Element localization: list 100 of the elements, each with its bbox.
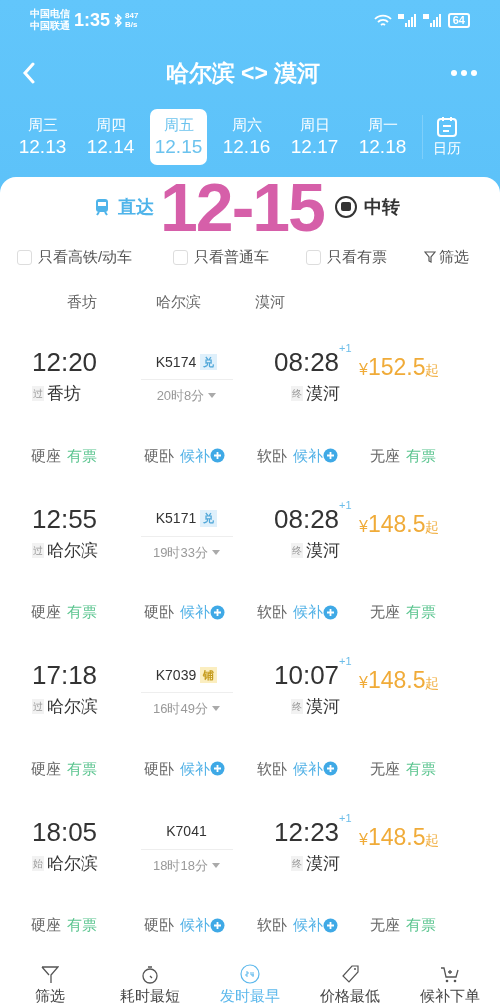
plus-icon — [323, 448, 338, 464]
waitlist-button[interactable]: 候补 — [293, 601, 338, 624]
arrival-time: 12:23 — [274, 816, 340, 849]
train-number: K5174 — [155, 352, 197, 372]
plus-icon — [323, 917, 338, 933]
arrival-station: 漠河 — [306, 852, 340, 875]
date-tab[interactable]: 周五 12.15 — [150, 109, 207, 165]
waitlist-button[interactable]: 候补 — [180, 757, 225, 780]
duration-toggle[interactable]: 18时18分 — [153, 855, 220, 875]
back-icon[interactable] — [22, 62, 36, 84]
arrival-time: 08:28 — [274, 503, 340, 536]
duration-toggle[interactable]: 19时33分 — [153, 542, 220, 562]
station-chip[interactable]: 漠河 — [230, 290, 310, 314]
mode-tab[interactable]: 直达 — [92, 193, 154, 221]
waitlist-button[interactable]: 候补 — [180, 914, 225, 937]
seat-availability: 有票 — [67, 915, 97, 935]
day-offset: +1 — [339, 343, 352, 354]
seat-type: 硬座 — [31, 602, 61, 622]
date-annotation: 12-15 — [160, 173, 324, 241]
sort-tab[interactable]: 耗时最短 — [100, 966, 200, 1005]
signal-icon — [397, 13, 418, 27]
train-number: K7039 — [155, 665, 197, 685]
route-title: 哈尔滨 <> 漠河 — [164, 58, 322, 88]
seat-type: 无座 — [370, 445, 400, 466]
departure-station: 哈尔滨 — [47, 539, 98, 562]
plus-icon — [210, 448, 225, 464]
caret-icon — [211, 549, 220, 555]
waitlist-button[interactable]: 候补 — [293, 757, 338, 780]
date-tab[interactable]: 周三 12.13 — [14, 109, 71, 165]
plus-icon — [210, 604, 225, 620]
bluetooth-icon — [114, 13, 123, 27]
sort-tab[interactable]: 发时最早 — [200, 964, 300, 1005]
train-badge: 兑 — [200, 353, 218, 371]
calendar-button[interactable]: 日历 — [433, 116, 461, 158]
seat-availability: 有票 — [406, 602, 436, 622]
stop-tag: 终 — [291, 386, 303, 402]
arrival-station: 漠河 — [306, 539, 340, 562]
seat-availability: 有票 — [406, 915, 436, 935]
waitlist-button[interactable]: 候补 — [180, 444, 225, 467]
waitlist-button[interactable]: 候补 — [293, 914, 338, 937]
train-number: K5171 — [155, 509, 197, 528]
duration-toggle[interactable]: 20时8分 — [156, 386, 217, 406]
ticket-price: ¥152.5起 — [359, 353, 440, 382]
mode-tab[interactable]: 中转 — [334, 193, 400, 221]
caret-icon — [211, 862, 220, 868]
filter-checkbox[interactable]: 只看普通车 — [173, 245, 306, 269]
arrival-station: 漠河 — [306, 696, 340, 718]
filter-checkbox[interactable]: 只看高铁/动车 — [17, 245, 173, 269]
caret-icon — [211, 706, 220, 712]
departure-time: 17:18 — [32, 659, 99, 692]
seat-availability: 有票 — [67, 602, 97, 622]
train-badge: 铺 — [200, 666, 218, 684]
seat-availability: 有票 — [67, 758, 97, 779]
carrier-name: 中国电信 — [30, 8, 70, 20]
date-tab[interactable]: 周一 12.18 — [354, 109, 411, 165]
filter-checkbox[interactable]: 只看有票 — [306, 245, 424, 269]
waitlist-button[interactable]: 候补 — [293, 444, 338, 467]
plus-icon — [323, 604, 338, 620]
date-tab[interactable]: 周日 12.17 — [286, 109, 343, 165]
battery-indicator: 64 — [447, 12, 470, 28]
sort-tab[interactable]: 候补下单 — [400, 966, 500, 1005]
network-speed: B/s — [125, 20, 139, 29]
clock-time: 1:35 — [74, 8, 111, 32]
waitlist-button[interactable]: 候补 — [180, 601, 225, 624]
seat-type: 软卧 — [257, 602, 287, 622]
more-icon[interactable] — [450, 69, 478, 77]
date-tab[interactable]: 周四 12.14 — [82, 109, 139, 165]
filter-icon — [424, 251, 436, 263]
departure-station: 哈尔滨 — [47, 696, 98, 718]
arrival-time: 10:07 — [274, 660, 340, 692]
seat-type: 无座 — [370, 915, 400, 935]
network-speed: 847 — [125, 11, 139, 20]
departure-time: 18:05 — [32, 815, 99, 849]
transfer-icon — [334, 195, 358, 219]
seat-type: 硬卧 — [144, 758, 174, 779]
filter-button[interactable]: 筛选 — [424, 245, 469, 269]
duration-toggle[interactable]: 16时49分 — [153, 699, 220, 719]
sort-tab[interactable]: 筛选 — [0, 966, 100, 1005]
calendar-icon — [436, 116, 458, 139]
seat-availability: 有票 — [67, 445, 97, 466]
stop-tag: 过 — [32, 386, 44, 402]
seat-availability: 有票 — [406, 758, 436, 779]
filter-icon — [41, 966, 59, 984]
station-chip[interactable]: 香坊 — [38, 290, 126, 314]
departure-time: 12:20 — [32, 346, 99, 379]
ticket-price: ¥148.5起 — [359, 509, 440, 539]
stop-tag: 终 — [291, 699, 303, 715]
caret-icon — [208, 393, 217, 399]
seat-type: 硬卧 — [144, 445, 174, 466]
ticket-price: ¥148.5起 — [359, 666, 440, 695]
seat-type: 软卧 — [257, 758, 287, 779]
seat-type: 硬座 — [31, 915, 61, 935]
price-tag-icon — [340, 964, 360, 984]
departure-station: 哈尔滨 — [47, 852, 98, 875]
sort-tab[interactable]: 价格最低 — [300, 964, 400, 1005]
station-chip[interactable]: 哈尔滨 — [126, 290, 230, 314]
seat-type: 硬卧 — [144, 602, 174, 622]
date-tab[interactable]: 周六 12.16 — [218, 109, 275, 165]
seat-type: 无座 — [370, 602, 400, 622]
seat-type: 软卧 — [257, 915, 287, 935]
